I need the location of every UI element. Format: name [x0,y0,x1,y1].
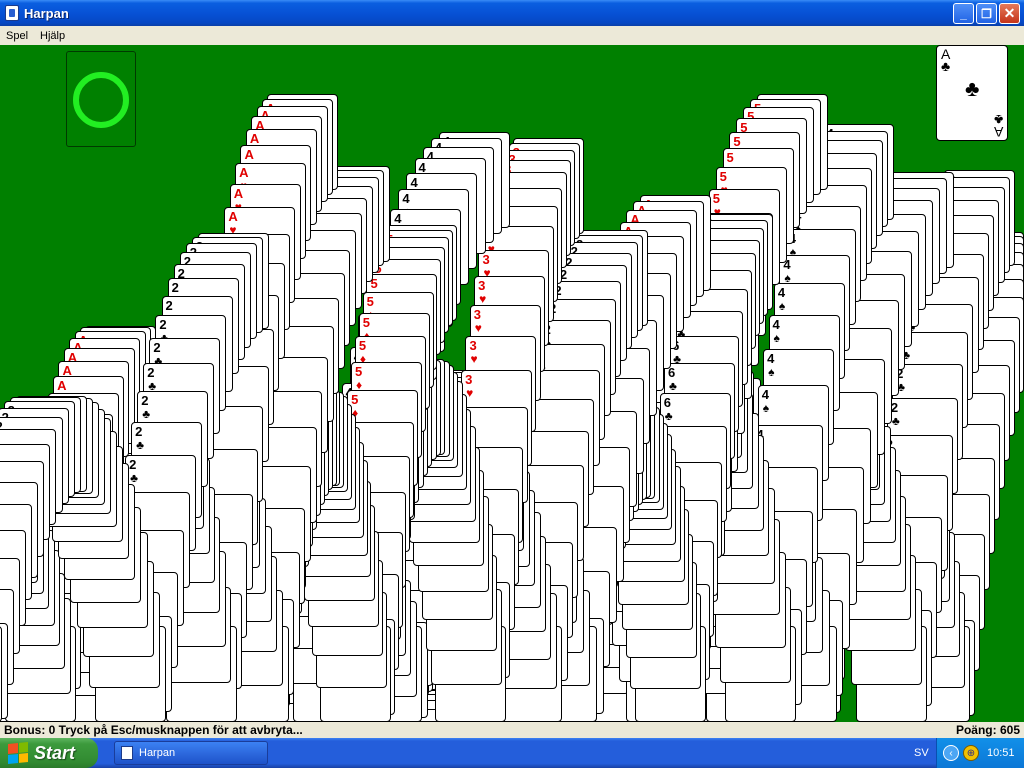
card-suit-icon: ♠ [768,364,775,379]
title-bar[interactable]: Harpan _ ❐ ✕ [0,0,1024,26]
show-hidden-icons-icon[interactable]: ‹ [943,745,959,761]
card-rank: 4 [777,285,786,301]
card-rank: 5 [366,294,374,309]
close-button[interactable]: ✕ [999,3,1020,24]
card-rank: 5 [733,133,741,149]
card-rank: 5 [712,190,720,206]
card-rank: 5 [351,392,359,408]
minimize-button[interactable]: _ [953,3,974,24]
language-indicator[interactable]: SV [914,747,929,759]
card-rank: 4 [767,350,775,366]
card-rank: A [249,131,260,147]
card-rank: 4 [410,174,418,190]
card-rank: 2 [165,297,173,313]
card-rank: 5 [358,337,367,353]
card-rank: A [233,185,244,201]
status-score: Poäng: 605 [955,723,1020,737]
card-suit-icon: ♥ [466,386,474,401]
card-rank: A [244,146,254,162]
card-rank: 5 [354,363,363,379]
bouncing-cards-cascade: A♥A♥A♥A♥A♥A♥A♥A♥A♥A♥A♥A♥A♥A♥A♥A♥A♥A♥A♥A♥… [0,45,1024,722]
card-rank: 4 [761,387,769,403]
taskbar-item-harpan[interactable]: Harpan [114,741,268,765]
card-rank: 5 [726,150,734,166]
card-rank: 4 [772,316,780,332]
start-label: Start [34,742,76,763]
card-suit-icon: ♣ [136,438,145,453]
status-bonus-text: Bonus: 0 Tryck på Esc/musknappen för att… [4,723,303,737]
club-icon: ♣ [965,76,980,101]
card-rank: 2 [135,424,143,440]
card-suit-icon: ♠ [762,401,770,416]
card-rank: 2 [129,457,137,473]
system-tray: ‹ ⊕ 10:51 [936,738,1024,768]
window-controls: _ ❐ ✕ [953,3,1020,24]
card-rank: 2 [171,280,179,296]
taskbar-item-label: Harpan [139,747,176,759]
card-rank: 5 [719,169,727,185]
windows-logo-icon [8,741,28,765]
club-icon: ♣ [993,112,1003,128]
card-rank: 2 [141,393,149,409]
foundation-card-ace-clubs[interactable]: A ♣ ♣ A ♣ [936,45,1008,141]
card-suit-icon: ♥ [479,291,487,306]
card-rank: 2 [159,317,167,333]
window-title: Harpan [24,5,69,21]
menu-spel[interactable]: Spel [0,30,34,42]
card-suit-icon: ♥ [474,320,482,335]
card-rank: 3 [465,372,473,388]
card-suit-icon: ♠ [773,330,780,345]
card-suit-icon: ♣ [891,414,900,429]
card-rank: 6 [663,395,671,411]
card-suit-icon: ♠ [778,299,786,314]
club-icon: ♣ [941,58,951,74]
card-suit-icon: ♥ [470,352,478,366]
card-rank: 5 [362,314,370,330]
app-icon [121,746,133,760]
card-rank: 2 [890,400,899,416]
clock[interactable]: 10:51 [987,747,1015,759]
start-button[interactable]: Start [0,738,98,768]
game-area[interactable]: A♥A♥A♥A♥A♥A♥A♥A♥A♥A♥A♥A♥A♥A♥A♥A♥A♥A♥A♥A♥… [0,45,1024,722]
card-rank: 2 [153,340,161,356]
animated-card: 2♣ [0,626,2,722]
card-rank: 3 [482,251,490,267]
card-suit-icon: ♣ [664,409,673,424]
card-rank: 3 [473,306,482,322]
menu-hjalp[interactable]: Hjälp [34,30,71,42]
network-globe-icon[interactable]: ⊕ [963,745,979,761]
card-rank: 2 [147,365,155,381]
card-rank: 4 [402,191,410,207]
maximize-button[interactable]: ❐ [976,3,997,24]
card-suit-icon: ♣ [142,407,151,422]
status-bar: Bonus: 0 Tryck på Esc/musknappen för att… [0,722,1024,738]
card-rank: 3 [478,277,486,293]
card-rank: A [228,209,238,225]
card-rank: 3 [469,338,477,353]
app-icon [5,5,19,21]
card-rank: 4 [394,210,402,226]
card-rank: A [57,377,67,393]
menu-bar: Spel Hjälp [0,26,1024,45]
card-rank: A [239,164,249,180]
card-suit-icon: ♣ [668,379,677,394]
taskbar: Start Harpan SV ‹ ⊕ 10:51 [0,738,1024,768]
